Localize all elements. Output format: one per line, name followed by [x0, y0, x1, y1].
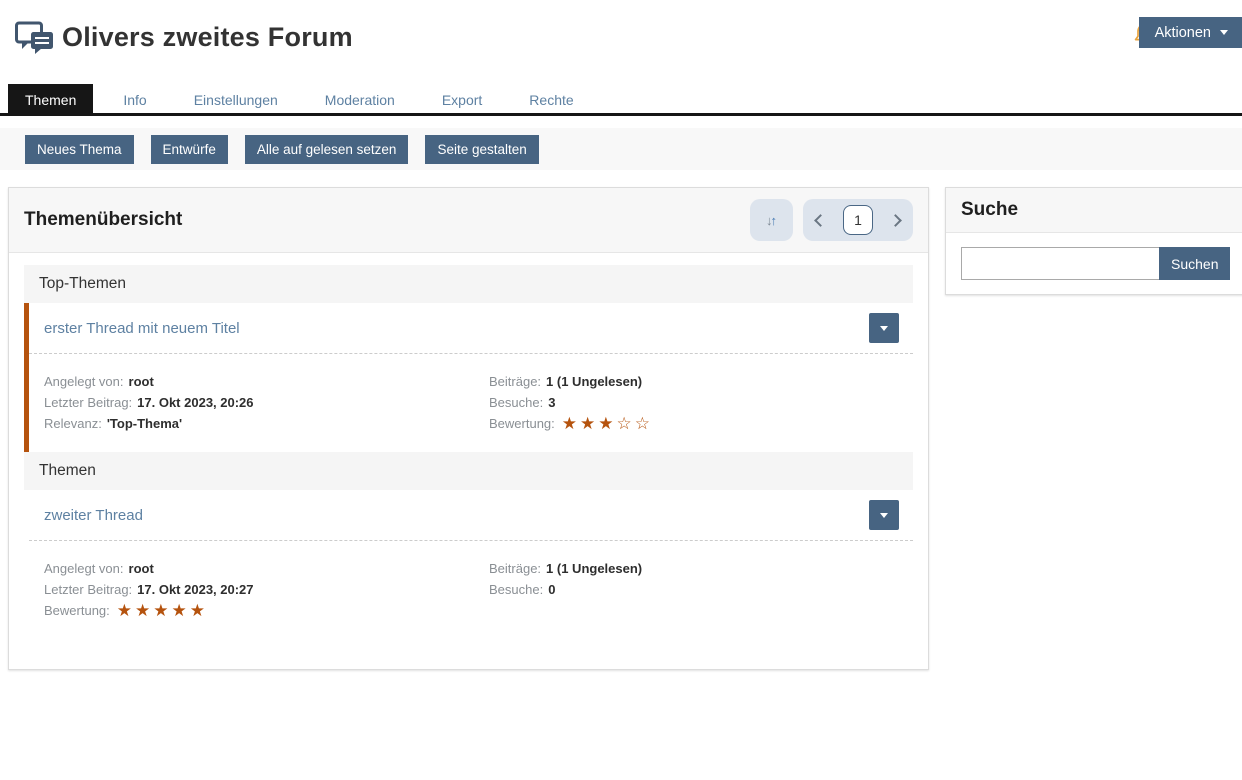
posts-row: Beiträge: 1 (1 Ungelesen): [489, 371, 913, 392]
tab-themen[interactable]: Themen: [8, 84, 93, 116]
app-header: Olivers zweites Forum Aktionen: [0, 0, 1242, 70]
thread-item-top: erster Thread mit neuem Titel Angelegt v…: [24, 303, 913, 452]
topic-overview-title: Themenübersicht: [24, 209, 182, 231]
rating-stars: ★★★★★: [117, 602, 208, 619]
thread-item: zweiter Thread Angelegt von: root Letzte…: [24, 490, 913, 639]
tab-info[interactable]: Info: [106, 84, 163, 116]
mark-all-read-button[interactable]: Alle auf gelesen setzen: [245, 135, 409, 164]
forum-icon: [14, 20, 56, 63]
current-page-button[interactable]: 1: [843, 205, 873, 235]
tab-bar: Themen Info Einstellungen Moderation Exp…: [0, 84, 1242, 116]
tab-export[interactable]: Export: [425, 84, 499, 116]
rating-stars: ★★★☆☆: [562, 415, 653, 432]
details-left-column: Angelegt von: root Letzter Beitrag: 17. …: [44, 371, 489, 434]
created-by-row: Angelegt von: root: [44, 558, 489, 579]
rating-row: Bewertung: ★★★★★: [44, 600, 489, 621]
sort-button[interactable]: ↓ ↑: [750, 199, 793, 241]
details-right-column: Beiträge: 1 (1 Ungelesen) Besuche: 0: [489, 558, 913, 621]
search-panel: Suche Suchen: [945, 187, 1242, 295]
relevance-row: Relevanz: 'Top-Thema': [44, 413, 489, 434]
search-input[interactable]: [961, 247, 1159, 280]
topic-overview-header: Themenübersicht ↓ ↑ 1: [9, 188, 928, 253]
page-title: Olivers zweites Forum: [62, 22, 353, 53]
created-by-row: Angelegt von: root: [44, 371, 489, 392]
thread-menu-button[interactable]: [869, 500, 899, 530]
topic-overview-panel: Themenübersicht ↓ ↑ 1 Top-Themen erster …: [8, 187, 929, 670]
toolbar: Neues Thema Entwürfe Alle auf gelesen se…: [0, 128, 1242, 170]
thread-link-second[interactable]: zweiter Thread: [44, 507, 143, 524]
actions-button[interactable]: Aktionen: [1139, 17, 1242, 48]
visits-row: Besuche: 3: [489, 392, 913, 413]
search-header: Suche: [946, 188, 1242, 233]
thread-title-row: zweiter Thread: [29, 490, 913, 541]
last-post-row: Letzter Beitrag: 17. Okt 2023, 20:27: [44, 579, 489, 600]
thread-details: Angelegt von: root Letzter Beitrag: 17. …: [29, 541, 913, 639]
thread-menu-button[interactable]: [869, 313, 899, 343]
tab-rechte[interactable]: Rechte: [512, 84, 590, 116]
thread-link-first[interactable]: erster Thread mit neuem Titel: [44, 320, 240, 337]
drafts-button[interactable]: Entwürfe: [151, 135, 228, 164]
details-left-column: Angelegt von: root Letzter Beitrag: 17. …: [44, 558, 489, 621]
caret-down-icon: [1220, 30, 1228, 35]
next-page-icon[interactable]: [889, 214, 902, 227]
tab-einstellungen[interactable]: Einstellungen: [177, 84, 295, 116]
search-form: Suchen: [946, 233, 1242, 294]
actions-button-label: Aktionen: [1155, 25, 1211, 41]
list-controls: ↓ ↑ 1: [750, 199, 913, 241]
section-top-themen: Top-Themen: [24, 265, 913, 303]
rating-row: Bewertung: ★★★☆☆: [489, 413, 913, 434]
topic-list: Top-Themen erster Thread mit neuem Titel…: [9, 253, 928, 669]
posts-row: Beiträge: 1 (1 Ungelesen): [489, 558, 913, 579]
search-title: Suche: [961, 199, 1229, 221]
caret-down-icon: [880, 326, 888, 331]
new-topic-button[interactable]: Neues Thema: [25, 135, 134, 164]
last-post-row: Letzter Beitrag: 17. Okt 2023, 20:26: [44, 392, 489, 413]
thread-title-row: erster Thread mit neuem Titel: [29, 303, 913, 354]
section-themen: Themen: [24, 452, 913, 490]
pagination: 1: [803, 199, 913, 241]
details-right-column: Beiträge: 1 (1 Ungelesen) Besuche: 3 Bew…: [489, 371, 913, 434]
visits-row: Besuche: 0: [489, 579, 913, 600]
thread-details: Angelegt von: root Letzter Beitrag: 17. …: [29, 354, 913, 452]
tab-moderation[interactable]: Moderation: [308, 84, 412, 116]
caret-down-icon: [880, 513, 888, 518]
search-button[interactable]: Suchen: [1159, 247, 1230, 280]
previous-page-icon[interactable]: [814, 214, 827, 227]
design-page-button[interactable]: Seite gestalten: [425, 135, 538, 164]
